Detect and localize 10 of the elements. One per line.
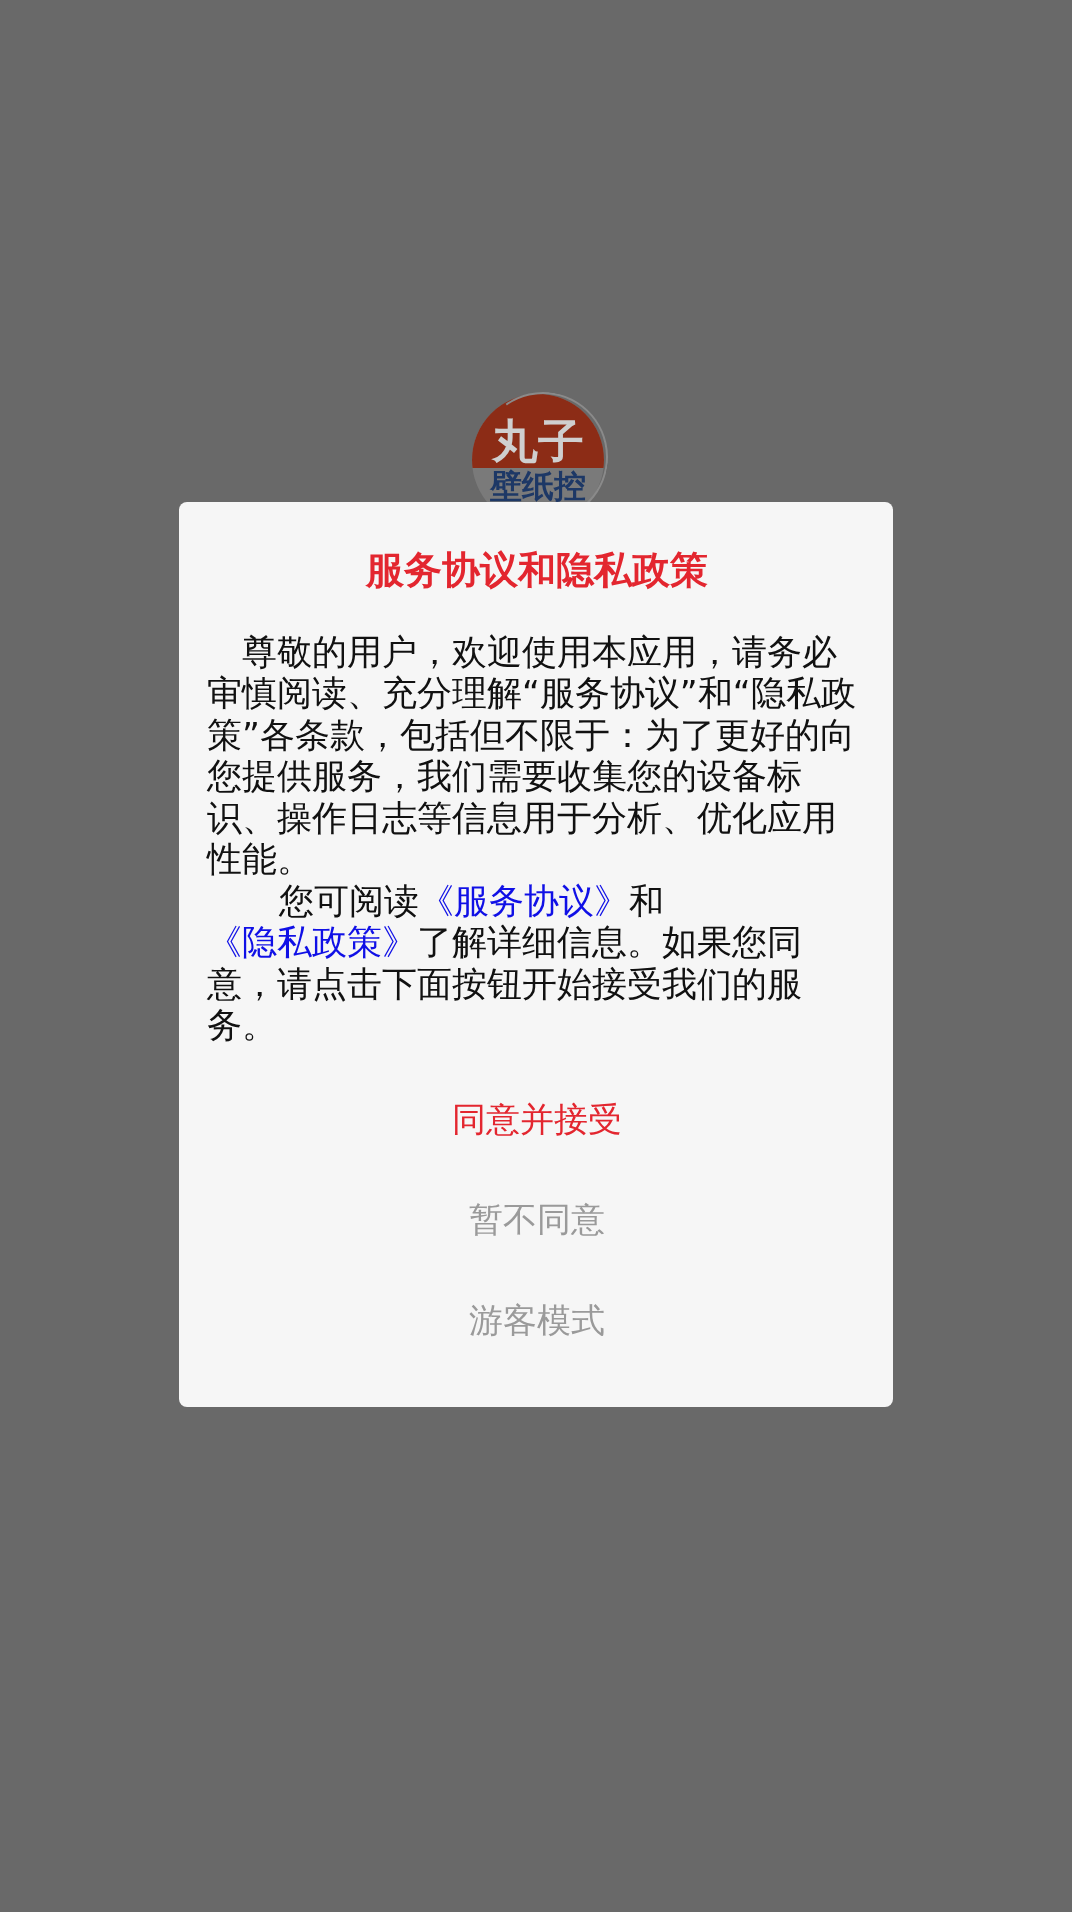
- option-button[interactable]: 游客模式: [429, 1270, 645, 1371]
- logo-subtitle: 壁纸控: [489, 468, 587, 502]
- logo-title: 丸子: [472, 394, 604, 468]
- option-button[interactable]: 暂不同意: [429, 1169, 645, 1271]
- policy-link[interactable]: 《服务协议》: [419, 880, 630, 921]
- policy-paragraph: 尊敬的用户，欢迎使用本应用，请务必审慎阅读、充分理解“服务协议”和“隐私政策”各条款，包括但不限于：为了更好的向您提供服务，我们需要收集您的设备标识、操作日志等信息用于分析、优化应用性能。: [207, 631, 857, 881]
- agree-button[interactable]: 同意并接受: [412, 1068, 662, 1170]
- policy-paragraph: 您可阅读《服务协议》和 《隐私政策》了解详细信息。如果您同意，请点击下面按钮开始接受我们的服务。: [207, 880, 803, 1047]
- policy-link[interactable]: 《隐私政策》: [207, 922, 417, 963]
- dialog-title: 服务协议和隐私政策: [364, 548, 709, 594]
